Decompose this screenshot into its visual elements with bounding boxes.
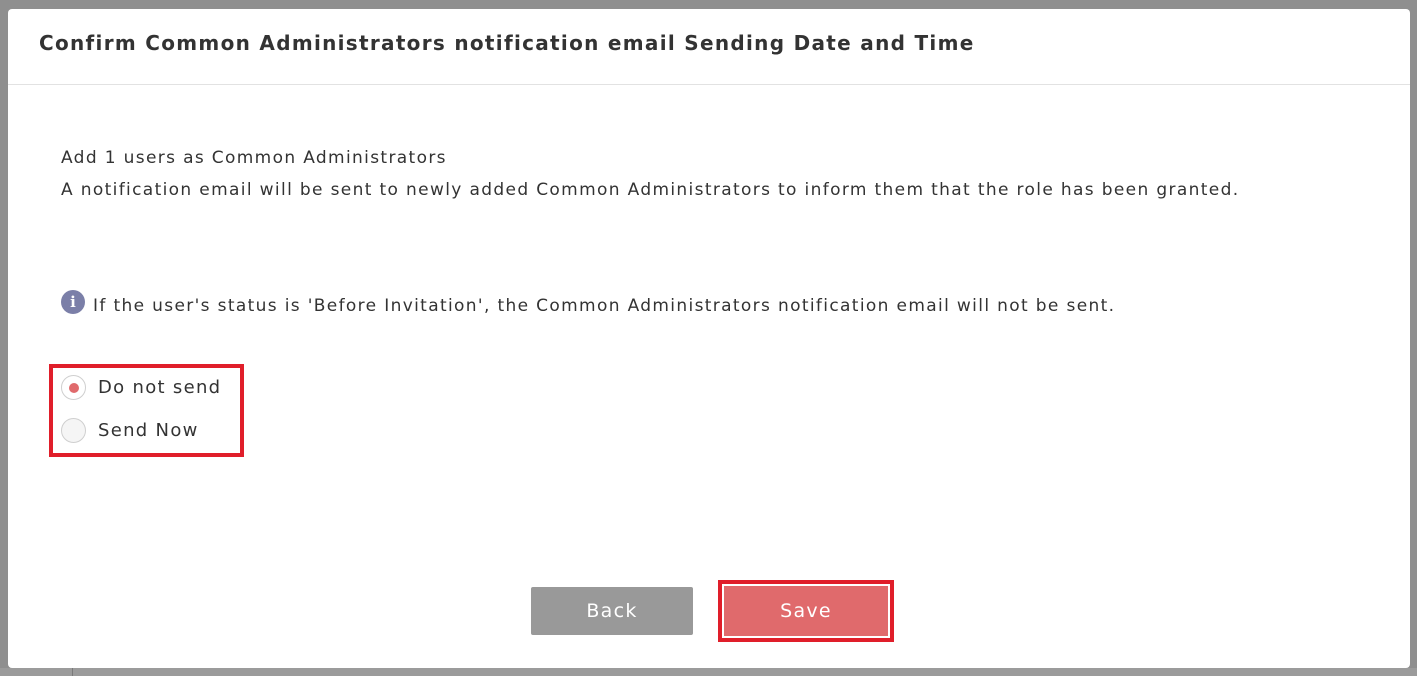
info-note-text: If the user's status is 'Before Invitati… [93,296,1116,316]
save-button[interactable]: Save [724,586,888,636]
radio-selected-dot [68,382,79,393]
dialog-body: Add 1 users as Common Administrators A n… [8,85,1410,668]
radio-send-now[interactable]: Send Now [61,418,199,443]
background-divider [72,668,73,676]
send-option-radio-group: Do not send Send Now [49,364,244,457]
message-notification-info: A notification email will be sent to new… [61,180,1240,200]
dialog-title: Confirm Common Administrators notificati… [39,31,975,55]
confirm-notification-dialog: Confirm Common Administrators notificati… [8,9,1410,668]
info-note: i If the user's status is 'Before Invita… [61,289,1115,323]
dialog-header: Confirm Common Administrators notificati… [8,9,1410,85]
radio-label-send-now: Send Now [98,420,199,441]
radio-button-unchecked[interactable] [61,418,86,443]
radio-button-checked[interactable] [61,375,86,400]
radio-label-do-not-send: Do not send [98,377,222,398]
message-add-users: Add 1 users as Common Administrators [61,148,447,168]
dialog-message: Add 1 users as Common Administrators A n… [61,142,1321,206]
radio-do-not-send[interactable]: Do not send [61,375,221,400]
background-page-strip [0,668,1417,676]
back-button[interactable]: Back [531,587,693,635]
info-icon: i [61,290,85,314]
